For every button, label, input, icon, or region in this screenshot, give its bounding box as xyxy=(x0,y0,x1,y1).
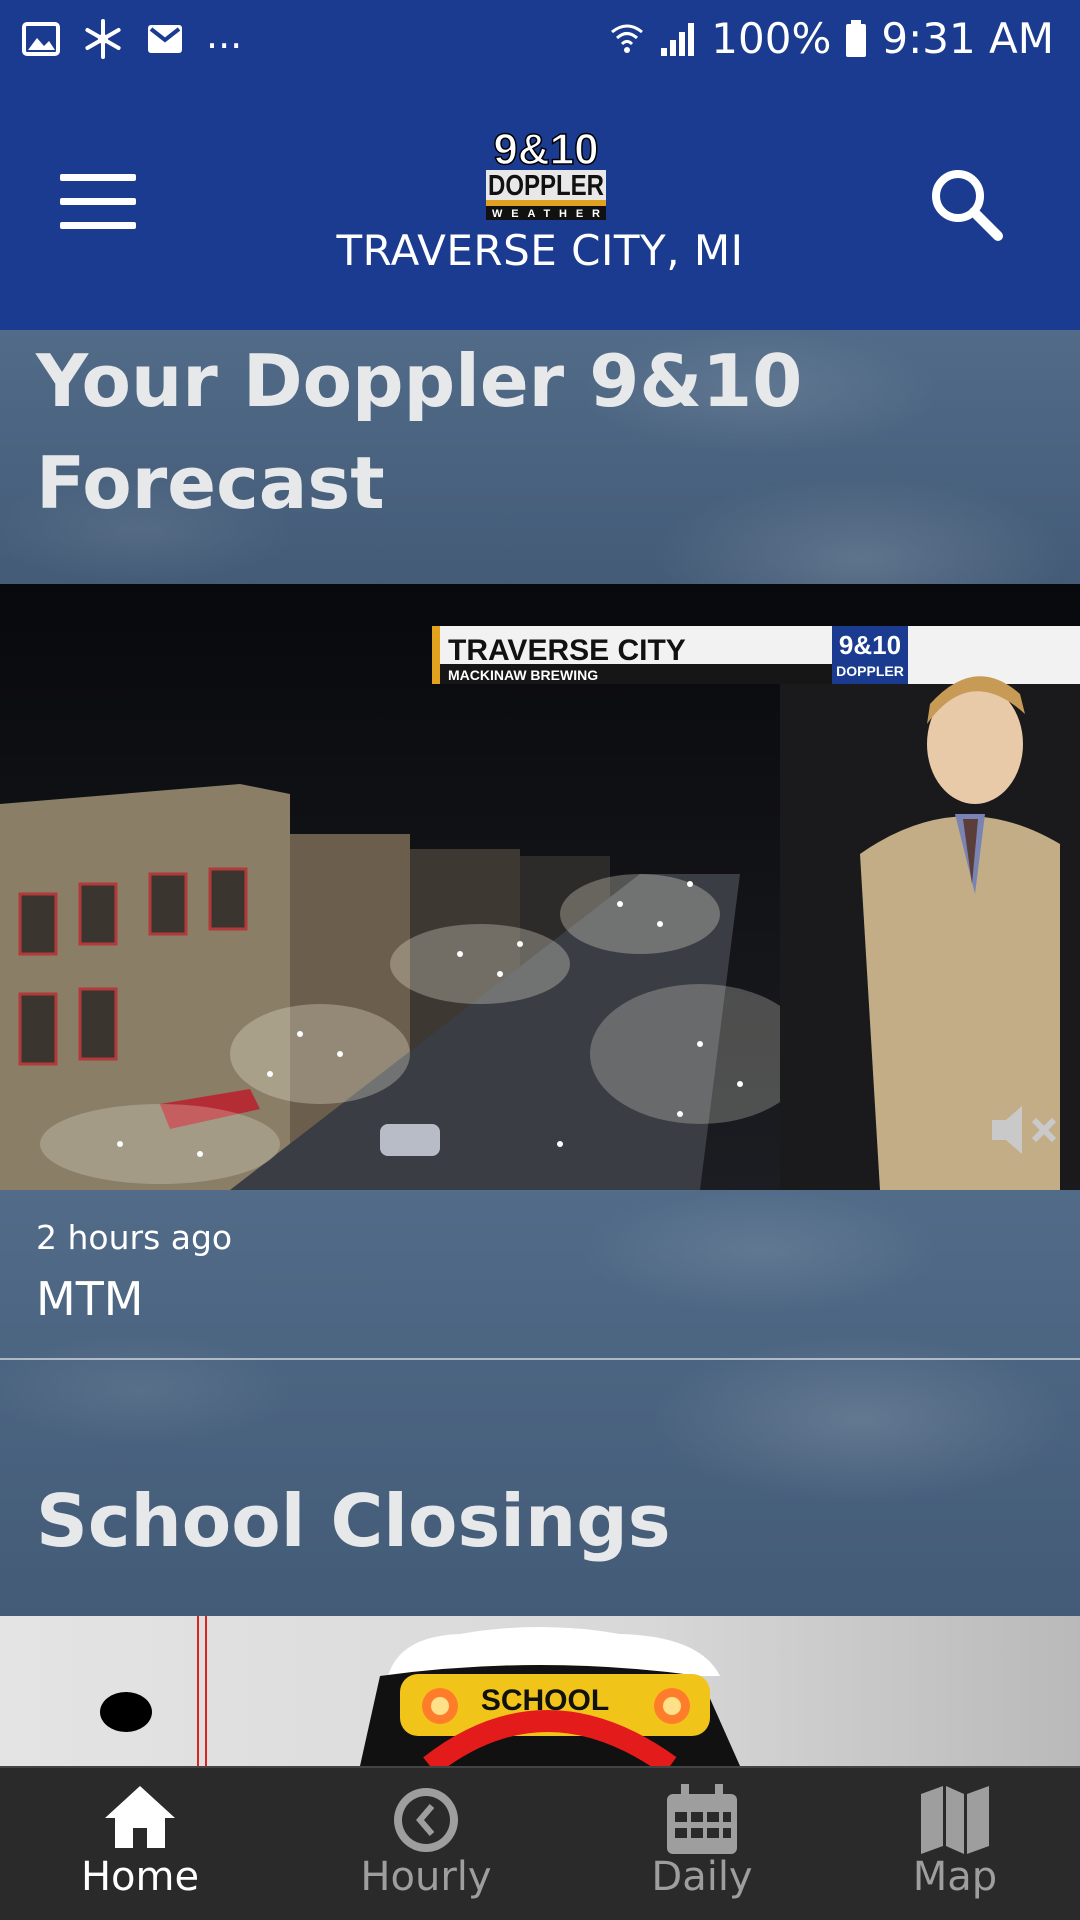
video-time-ago: 2 hours ago xyxy=(36,1218,233,1257)
home-icon xyxy=(105,1786,175,1848)
forecast-title-line2: Forecast xyxy=(36,441,385,525)
video-lower-third-title: TRAVERSE CITY xyxy=(448,634,686,667)
mail-icon xyxy=(148,25,182,53)
forecast-header: Your Doppler 9&10 Forecast xyxy=(0,330,1080,584)
nav-map-label: Map xyxy=(912,1854,998,1900)
video-channel-bug-line1: 9&10 xyxy=(839,630,901,660)
search-icon[interactable] xyxy=(926,164,1006,244)
image-notification-icon xyxy=(22,22,60,56)
nav-map[interactable]: Map xyxy=(855,1768,1055,1920)
battery-percent: 100% xyxy=(711,14,832,63)
nav-hourly-label: Hourly xyxy=(360,1854,492,1900)
logo-line1: 9&10 xyxy=(493,125,598,174)
video-lower-third-sub: MACKINAW BREWING xyxy=(448,667,598,683)
clock-time: 9:31 AM xyxy=(881,14,1054,63)
school-bus-image: SCHOOL xyxy=(100,1616,740,1766)
signal-icon xyxy=(661,22,695,56)
status-bar: ... 100% 9:31 AM xyxy=(0,0,1080,78)
doppler-logo: 9&10 DOPPLER WEATHER xyxy=(486,124,606,220)
section-divider xyxy=(0,1358,1080,1360)
bottom-navigation: Home Hourly Daily Map xyxy=(0,1766,1080,1920)
video-channel-bug-line2: DOPPLER xyxy=(836,663,904,679)
clock-icon xyxy=(394,1788,458,1852)
mute-icon[interactable] xyxy=(988,1102,1064,1158)
nav-home-label: Home xyxy=(80,1854,200,1900)
video-title[interactable]: MTM xyxy=(36,1272,143,1326)
snowflake-icon xyxy=(85,19,121,59)
logo-line2: DOPPLER xyxy=(488,170,604,202)
hamburger-icon-bar xyxy=(60,198,136,205)
nav-hourly[interactable]: Hourly xyxy=(326,1768,526,1920)
wifi-icon xyxy=(611,24,644,53)
forecast-video[interactable]: TRAVERSE CITY MACKINAW BREWING 9&10 DOPP… xyxy=(0,584,1080,1190)
nav-daily-label: Daily xyxy=(651,1854,753,1900)
menu-button[interactable] xyxy=(60,174,136,232)
app-header: 9&10 DOPPLER WEATHER TRAVERSE CITY, MI xyxy=(0,78,1080,330)
more-notifications: ... xyxy=(206,13,243,57)
battery-icon xyxy=(846,19,867,57)
hamburger-icon xyxy=(60,174,136,181)
school-closings-banner[interactable]: SCHOOL xyxy=(0,1616,1080,1766)
nav-daily[interactable]: Daily xyxy=(602,1768,802,1920)
school-closings-title: School Closings xyxy=(36,1479,671,1563)
nav-home[interactable]: Home xyxy=(40,1768,240,1920)
calendar-icon xyxy=(667,1784,737,1854)
forecast-title: Your Doppler 9&10 Forecast xyxy=(36,330,802,534)
app-screen: ... 100% 9:31 AM 9&10 DOPPLER WEATHER TR… xyxy=(0,0,1080,1920)
system-status: 100% 9:31 AM xyxy=(609,14,1054,63)
map-icon xyxy=(921,1786,989,1854)
location-label: TRAVERSE CITY, MI xyxy=(336,226,744,275)
forecast-title-line1: Your Doppler 9&10 xyxy=(36,339,803,423)
notification-icons: ... xyxy=(22,13,243,60)
video-frame: TRAVERSE CITY MACKINAW BREWING 9&10 DOPP… xyxy=(0,584,1080,1190)
